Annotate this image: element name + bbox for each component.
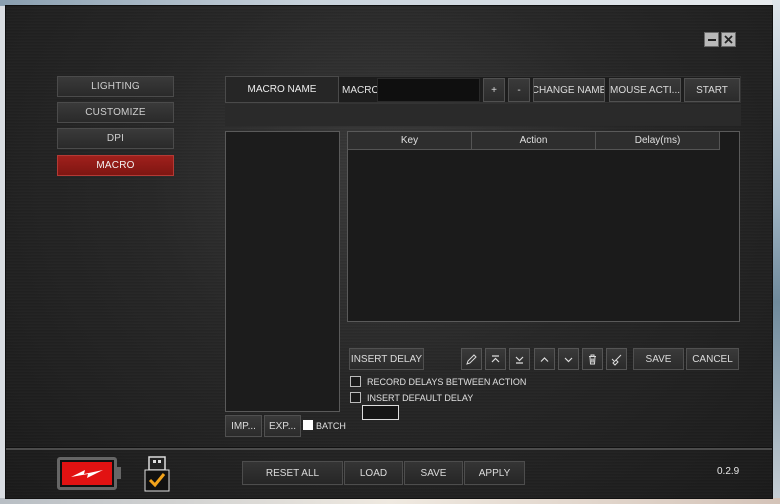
minimize-icon <box>707 38 716 41</box>
desktop-background-right <box>772 0 780 504</box>
nav-customize[interactable]: CUSTOMIZE <box>57 102 174 123</box>
desktop-background-bottom <box>0 498 780 504</box>
insert-delay-button[interactable]: INSERT DELAY <box>349 348 424 370</box>
start-record-button[interactable]: START <box>684 78 740 102</box>
insert-default-delay-checkbox[interactable] <box>350 392 361 403</box>
move-top-button[interactable] <box>485 348 506 370</box>
import-button[interactable]: IMP... <box>225 415 262 437</box>
save-button[interactable]: SAVE <box>404 461 463 485</box>
macro-list[interactable] <box>225 131 340 412</box>
change-name-button[interactable]: CHANGE NAME <box>533 78 605 102</box>
edit-button[interactable] <box>461 348 482 370</box>
cancel-button[interactable]: CANCEL <box>686 348 739 370</box>
move-up-icon <box>540 356 549 362</box>
macro-label: MACRO <box>342 85 380 96</box>
add-macro-button[interactable]: + <box>483 78 505 102</box>
reset-all-button[interactable]: RESET ALL <box>242 461 343 485</box>
nav-dpi[interactable]: DPI <box>57 128 174 149</box>
column-delay[interactable]: Delay(ms) <box>596 132 720 149</box>
nav-macro[interactable]: MACRO <box>57 155 174 176</box>
save-macro-button[interactable]: SAVE <box>633 348 684 370</box>
trash-icon <box>589 354 596 364</box>
pencil-icon <box>466 353 477 365</box>
app-window: LIGHTING CUSTOMIZE DPI MACRO MACRO NAME … <box>6 6 772 498</box>
macro-name-input[interactable] <box>377 78 480 102</box>
move-bottom-button[interactable] <box>509 348 530 370</box>
batch-label: BATCH <box>316 421 346 431</box>
record-delays-checkbox[interactable] <box>350 376 361 387</box>
clear-all-button[interactable] <box>606 348 627 370</box>
footer-divider <box>6 447 772 450</box>
move-top-icon <box>491 354 500 362</box>
version-label: 0.2.9 <box>717 466 740 477</box>
table-header: Key Action Delay(ms) <box>348 132 720 150</box>
mouse-action-button[interactable]: MOUSE ACTI... <box>609 78 681 102</box>
column-action[interactable]: Action <box>472 132 596 149</box>
remove-macro-button[interactable]: - <box>508 78 530 102</box>
delete-button[interactable] <box>582 348 603 370</box>
lightning-icon <box>71 469 103 478</box>
column-key[interactable]: Key <box>348 132 472 149</box>
move-up-button[interactable] <box>534 348 555 370</box>
macro-action-table[interactable]: Key Action Delay(ms) <box>347 131 740 322</box>
batch-checkbox[interactable] <box>303 420 313 430</box>
record-delays-label: RECORD DELAYS BETWEEN ACTION <box>367 377 527 387</box>
apply-button[interactable]: APPLY <box>464 461 525 485</box>
default-delay-input[interactable] <box>362 405 399 420</box>
close-button[interactable] <box>721 32 736 47</box>
minimize-button[interactable] <box>704 32 719 47</box>
load-button[interactable]: LOAD <box>344 461 403 485</box>
move-down-icon <box>564 357 573 362</box>
nav-lighting[interactable]: LIGHTING <box>57 76 174 97</box>
move-down-button[interactable] <box>558 348 579 370</box>
export-button[interactable]: EXP... <box>264 415 301 437</box>
battery-status <box>57 457 117 490</box>
header-divider-strip <box>225 104 741 126</box>
insert-default-delay-label: INSERT DEFAULT DELAY <box>367 393 474 403</box>
macro-name-tab[interactable]: MACRO NAME <box>225 76 339 103</box>
close-icon <box>724 35 733 44</box>
usb-connected-icon <box>143 456 171 492</box>
move-bottom-icon <box>515 356 524 364</box>
battery-terminal <box>117 467 121 479</box>
clear-icon <box>611 354 622 366</box>
